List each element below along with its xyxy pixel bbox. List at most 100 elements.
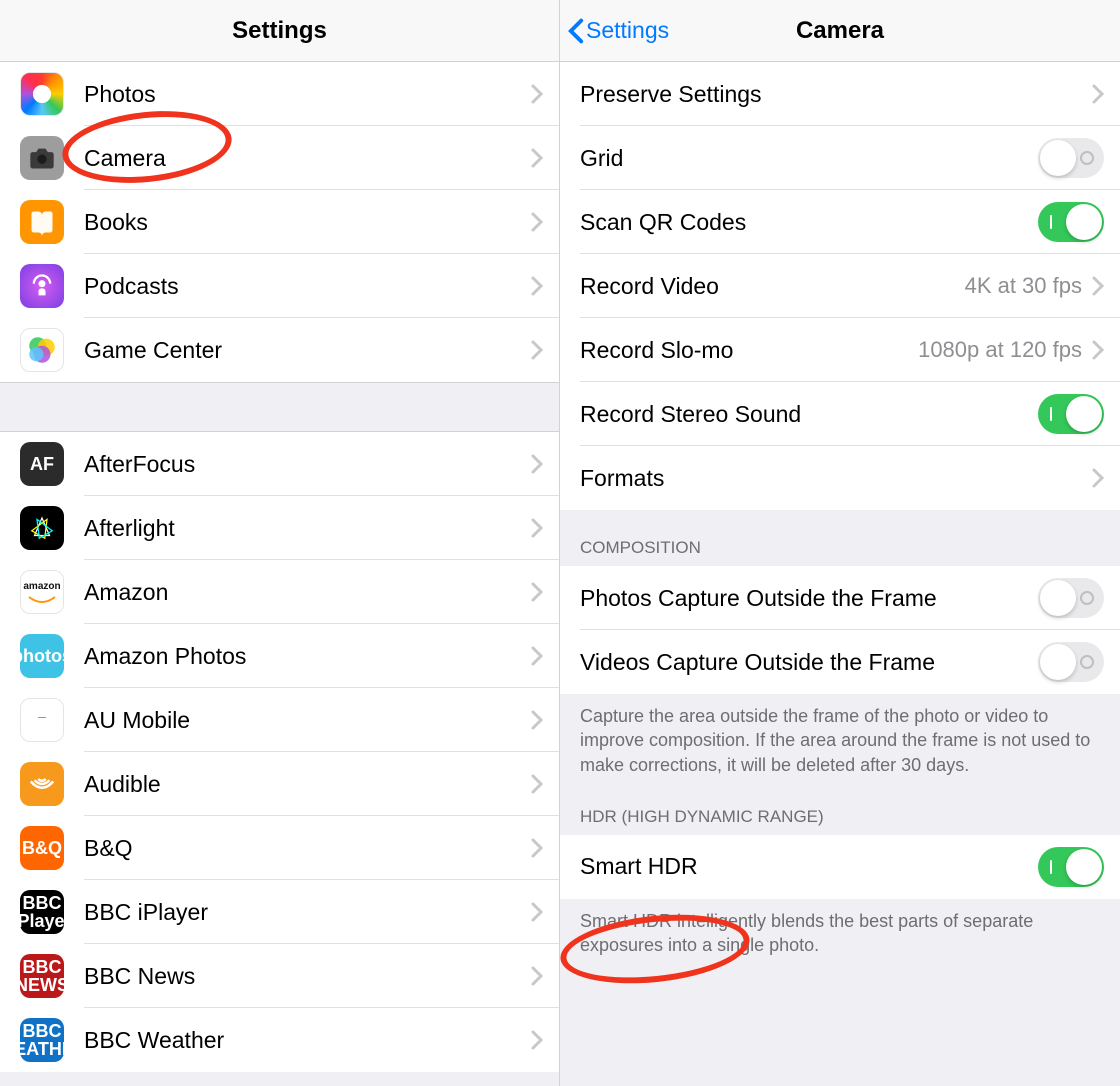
chevron-right-icon <box>531 212 543 232</box>
row-label: Scan QR Codes <box>580 209 1038 236</box>
row-label: Podcasts <box>84 273 531 300</box>
row-label: AU Mobile <box>84 707 531 734</box>
books-icon <box>20 200 64 244</box>
row-label: Books <box>84 209 531 236</box>
settings-row-afterlight[interactable]: Afterlight <box>0 496 559 560</box>
settings-header: Settings <box>0 0 559 62</box>
row-label: Grid <box>580 145 1038 172</box>
bq-icon: B&Q <box>20 826 64 870</box>
camera-row-record-slomo[interactable]: Record Slo-mo 1080p at 120 fps <box>560 318 1120 382</box>
settings-row-photos[interactable]: Photos <box>0 62 559 126</box>
page-title: Settings <box>232 17 327 45</box>
camera-icon <box>20 136 64 180</box>
row-label: Photos Capture Outside the Frame <box>580 585 1038 612</box>
camera-row-photos-outside: Photos Capture Outside the Frame <box>560 566 1120 630</box>
chevron-right-icon <box>531 902 543 922</box>
section-footer-composition: Capture the area outside the frame of th… <box>560 694 1120 795</box>
podcasts-icon <box>20 264 64 308</box>
row-label: BBC News <box>84 963 531 990</box>
settings-row-camera[interactable]: Camera <box>0 126 559 190</box>
settings-row-bbc-iplayer[interactable]: BBCiPlayer BBC iPlayer <box>0 880 559 944</box>
row-value: 1080p at 120 fps <box>918 337 1082 363</box>
toggle-scan-qr[interactable] <box>1038 202 1104 242</box>
settings-row-audible[interactable]: Audible <box>0 752 559 816</box>
row-label: Photos <box>84 81 531 108</box>
row-label: Record Video <box>580 273 965 300</box>
row-label: Record Slo-mo <box>580 337 918 364</box>
row-label: BBC Weather <box>84 1027 531 1054</box>
camera-row-grid: Grid <box>560 126 1120 190</box>
settings-row-bbc-weather[interactable]: BBCWEATHER BBC Weather <box>0 1008 559 1072</box>
back-button[interactable]: Settings <box>568 0 669 61</box>
row-label: Record Stereo Sound <box>580 401 1038 428</box>
afterlight-icon <box>20 506 64 550</box>
photos-icon <box>20 72 64 116</box>
settings-row-afterfocus[interactable]: AF AfterFocus <box>0 432 559 496</box>
chevron-right-icon <box>531 838 543 858</box>
camera-header: Settings Camera <box>560 0 1120 62</box>
chevron-right-icon <box>1092 468 1104 488</box>
amazon-icon: amazon <box>20 570 64 614</box>
page-title: Camera <box>796 17 884 45</box>
toggle-grid[interactable] <box>1038 138 1104 178</box>
bbc-iplayer-icon: BBCiPlayer <box>20 890 64 934</box>
settings-row-game-center[interactable]: Game Center <box>0 318 559 382</box>
toggle-smart-hdr[interactable] <box>1038 847 1104 887</box>
au-mobile-icon: AU <box>20 698 64 742</box>
chevron-right-icon <box>531 454 543 474</box>
settings-row-amazon-photos[interactable]: photos Amazon Photos <box>0 624 559 688</box>
toggle-videos-outside[interactable] <box>1038 642 1104 682</box>
row-label: Amazon Photos <box>84 643 531 670</box>
row-label: Smart HDR <box>580 853 1038 880</box>
camera-row-formats[interactable]: Formats <box>560 446 1120 510</box>
row-label: Videos Capture Outside the Frame <box>580 649 1038 676</box>
chevron-right-icon <box>531 646 543 666</box>
row-label: B&Q <box>84 835 531 862</box>
row-label: BBC iPlayer <box>84 899 531 926</box>
game-center-icon <box>20 328 64 372</box>
settings-row-books[interactable]: Books <box>0 190 559 254</box>
amazon-photos-icon: photos <box>20 634 64 678</box>
row-label: Preserve Settings <box>580 81 1092 108</box>
settings-row-au-mobile[interactable]: AU AU Mobile <box>0 688 559 752</box>
chevron-right-icon <box>1092 84 1104 104</box>
camera-row-scan-qr: Scan QR Codes <box>560 190 1120 254</box>
camera-row-preserve-settings[interactable]: Preserve Settings <box>560 62 1120 126</box>
row-label: Formats <box>580 465 1092 492</box>
chevron-right-icon <box>531 340 543 360</box>
row-label: Amazon <box>84 579 531 606</box>
camera-row-videos-outside: Videos Capture Outside the Frame <box>560 630 1120 694</box>
row-label: AfterFocus <box>84 451 531 478</box>
settings-row-amazon[interactable]: amazon Amazon <box>0 560 559 624</box>
chevron-right-icon <box>531 966 543 986</box>
chevron-right-icon <box>531 148 543 168</box>
chevron-right-icon <box>531 276 543 296</box>
bbc-weather-icon: BBCWEATHER <box>20 1018 64 1062</box>
row-label: Afterlight <box>84 515 531 542</box>
chevron-right-icon <box>531 84 543 104</box>
chevron-right-icon <box>531 1030 543 1050</box>
toggle-stereo[interactable] <box>1038 394 1104 434</box>
camera-row-record-video[interactable]: Record Video 4K at 30 fps <box>560 254 1120 318</box>
camera-row-stereo-sound: Record Stereo Sound <box>560 382 1120 446</box>
chevron-right-icon <box>1092 276 1104 296</box>
settings-row-bq[interactable]: B&Q B&Q <box>0 816 559 880</box>
chevron-right-icon <box>531 518 543 538</box>
chevron-right-icon <box>531 774 543 794</box>
settings-row-podcasts[interactable]: Podcasts <box>0 254 559 318</box>
row-value: 4K at 30 fps <box>965 273 1082 299</box>
settings-row-bbc-news[interactable]: BBCNEWS BBC News <box>0 944 559 1008</box>
audible-icon <box>20 762 64 806</box>
chevron-right-icon <box>531 582 543 602</box>
toggle-photos-outside[interactable] <box>1038 578 1104 618</box>
bbc-news-icon: BBCNEWS <box>20 954 64 998</box>
section-header-hdr: HDR (HIGH DYNAMIC RANGE) <box>560 795 1120 835</box>
section-footer-hdr: Smart HDR intelligently blends the best … <box>560 899 1120 976</box>
back-label: Settings <box>586 17 669 44</box>
row-label: Audible <box>84 771 531 798</box>
afterfocus-icon: AF <box>20 442 64 486</box>
row-label: Game Center <box>84 337 531 364</box>
chevron-right-icon <box>531 710 543 730</box>
camera-row-smart-hdr: Smart HDR <box>560 835 1120 899</box>
chevron-left-icon <box>568 18 584 44</box>
